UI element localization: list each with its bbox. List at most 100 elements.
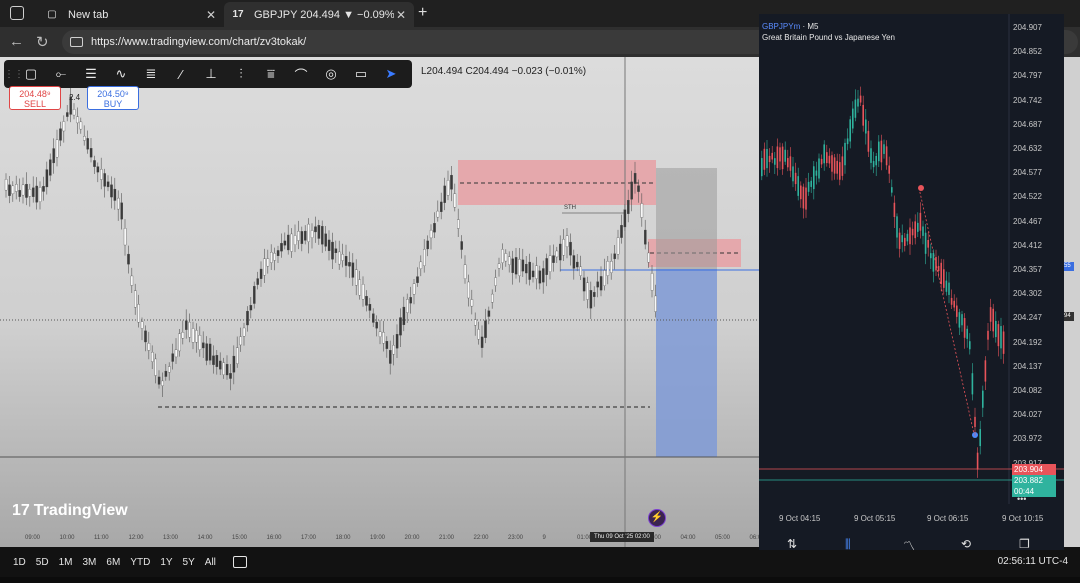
edge-price-tag: 94 [1064, 312, 1074, 321]
fib-tool-icon[interactable]: ≣ [136, 62, 166, 86]
candle [589, 290, 593, 309]
vertical-line-icon[interactable]: ⫶ [226, 62, 256, 86]
tab-tradingview[interactable]: 17 GBPJPY 204.494 ▼ −0.09% Unnam ✕ [224, 2, 414, 27]
crosshair-time-label: Thu 09 Oct '25 02:00 [590, 532, 654, 542]
close-icon[interactable]: ✕ [396, 8, 406, 22]
curve-icon[interactable]: ⌒ [286, 62, 316, 86]
mobile-candle [974, 416, 976, 427]
candle [382, 332, 385, 344]
copy-icon[interactable]: ❐ [1019, 537, 1030, 550]
time-axis-label: 11:00 [94, 535, 109, 541]
candle [497, 263, 501, 269]
drag-handle-icon[interactable]: ⋮⋮ [4, 69, 24, 80]
range-5y[interactable]: 5Y [178, 557, 200, 568]
ohlc-readout: L204.494 C204.494 −0.023 (−0.01%) [421, 66, 587, 77]
candle [202, 342, 205, 349]
mobile-candle [857, 98, 859, 107]
candle [627, 200, 630, 214]
path-tool-icon[interactable]: ∿ [106, 62, 136, 86]
mobile-symbol: GBPJPYm [762, 22, 801, 31]
reload-icon[interactable]: ↻ [36, 33, 49, 51]
sell-button[interactable]: 204.48⁹ SELL [9, 86, 61, 110]
range-ytd[interactable]: YTD [125, 557, 155, 568]
history-icon[interactable]: ⟲ [961, 537, 971, 550]
line-tool-icon[interactable]: ⟜ [46, 62, 76, 86]
mobile-price-label: 204.852 [1013, 47, 1042, 57]
horizontal-lines-icon[interactable]: ☰ [76, 62, 106, 86]
lightning-icon[interactable]: ⚡ [648, 509, 666, 527]
mobile-candle [935, 257, 937, 271]
mobile-price-label: 204.742 [1013, 95, 1042, 105]
mobile-candle [849, 119, 851, 142]
candle [531, 270, 535, 278]
mobile-candle [950, 297, 953, 305]
candle [613, 253, 616, 260]
range-1y[interactable]: 1Y [155, 557, 177, 568]
mobile-candle [943, 269, 945, 288]
tradingview-logo[interactable]: 17 TradingView [12, 502, 128, 520]
main-chart-canvas[interactable]: STH [0, 57, 760, 547]
trendline-icon[interactable]: ⁄ [166, 62, 196, 86]
candle [562, 239, 565, 256]
mobile-price-label: 204.907 [1013, 23, 1042, 32]
candle [375, 321, 378, 329]
clock[interactable]: 02:56:11 UTC-4 [998, 556, 1068, 567]
mobile-candle [911, 228, 914, 236]
range-3m[interactable]: 3M [78, 557, 102, 568]
candle [205, 343, 208, 361]
indicators-icon[interactable]: 〽 [903, 537, 915, 550]
main-chart[interactable]: STH [0, 57, 760, 547]
site-info-icon[interactable] [70, 37, 83, 47]
mobile-candle [787, 158, 789, 168]
mobile-candle [802, 186, 805, 209]
candle [259, 268, 263, 279]
candle [521, 259, 525, 272]
candle [426, 240, 429, 250]
candle [644, 229, 647, 245]
mobile-price-label: 204.192 [1013, 337, 1042, 347]
candle [270, 252, 273, 263]
tab-actions-icon[interactable] [10, 6, 24, 20]
range-5d[interactable]: 5D [31, 557, 54, 568]
range-1m[interactable]: 1M [54, 557, 78, 568]
candle [103, 173, 106, 187]
range-1d[interactable]: 1D [8, 557, 31, 568]
calendar-icon[interactable] [232, 556, 247, 568]
candle [453, 193, 457, 208]
range-all[interactable]: All [200, 557, 221, 568]
candles-icon[interactable]: ⫼ [845, 537, 851, 550]
bottom-toolbar: 1D 5D 1M 3M 6M YTD 1Y 5Y All 02:56:11 UT… [0, 547, 1080, 577]
candle [76, 116, 79, 124]
candle [623, 209, 627, 228]
candle [402, 306, 406, 325]
more-icon[interactable]: ••• [1017, 494, 1026, 504]
candle [630, 181, 633, 200]
candle [178, 333, 181, 352]
range-6m[interactable]: 6M [101, 557, 125, 568]
measure-icon[interactable]: ⊥ [196, 62, 226, 86]
circle-icon[interactable]: ◎ [316, 62, 346, 86]
comment-icon[interactable]: ▭ [346, 62, 376, 86]
candle [596, 281, 599, 288]
back-icon[interactable]: ← [9, 33, 24, 50]
cursor-icon[interactable]: ➤ [376, 62, 406, 86]
candle [32, 187, 35, 197]
mobile-description: Great Britain Pound vs Japanese Yen [762, 33, 895, 42]
parallel-channel-icon[interactable]: ⩸ [256, 62, 286, 86]
mobile-candle [872, 161, 875, 168]
new-tab-icon[interactable]: + [418, 4, 427, 22]
mobile-candle [945, 280, 948, 292]
candle [304, 230, 307, 241]
candle [297, 231, 300, 241]
buy-button[interactable]: 204.50⁹ BUY [87, 86, 139, 110]
candle [134, 290, 137, 308]
candle [535, 265, 538, 279]
candle [321, 226, 324, 245]
mobile-candle [794, 172, 797, 185]
drawing-toolbar: ⋮⋮ ▢ ⟜ ☰ ∿ ≣ ⁄ ⊥ ⫶ ⩸ ⌒ ◎ ▭ ➤ [4, 60, 412, 88]
trade-arrows-icon[interactable]: ⇅ [787, 537, 797, 550]
tab-new-tab[interactable]: ▢ New tab ✕ [38, 2, 224, 27]
mobile-candle [792, 166, 794, 182]
rectangle-tool-icon[interactable]: ▢ [16, 62, 46, 86]
close-icon[interactable]: ✕ [206, 8, 216, 22]
